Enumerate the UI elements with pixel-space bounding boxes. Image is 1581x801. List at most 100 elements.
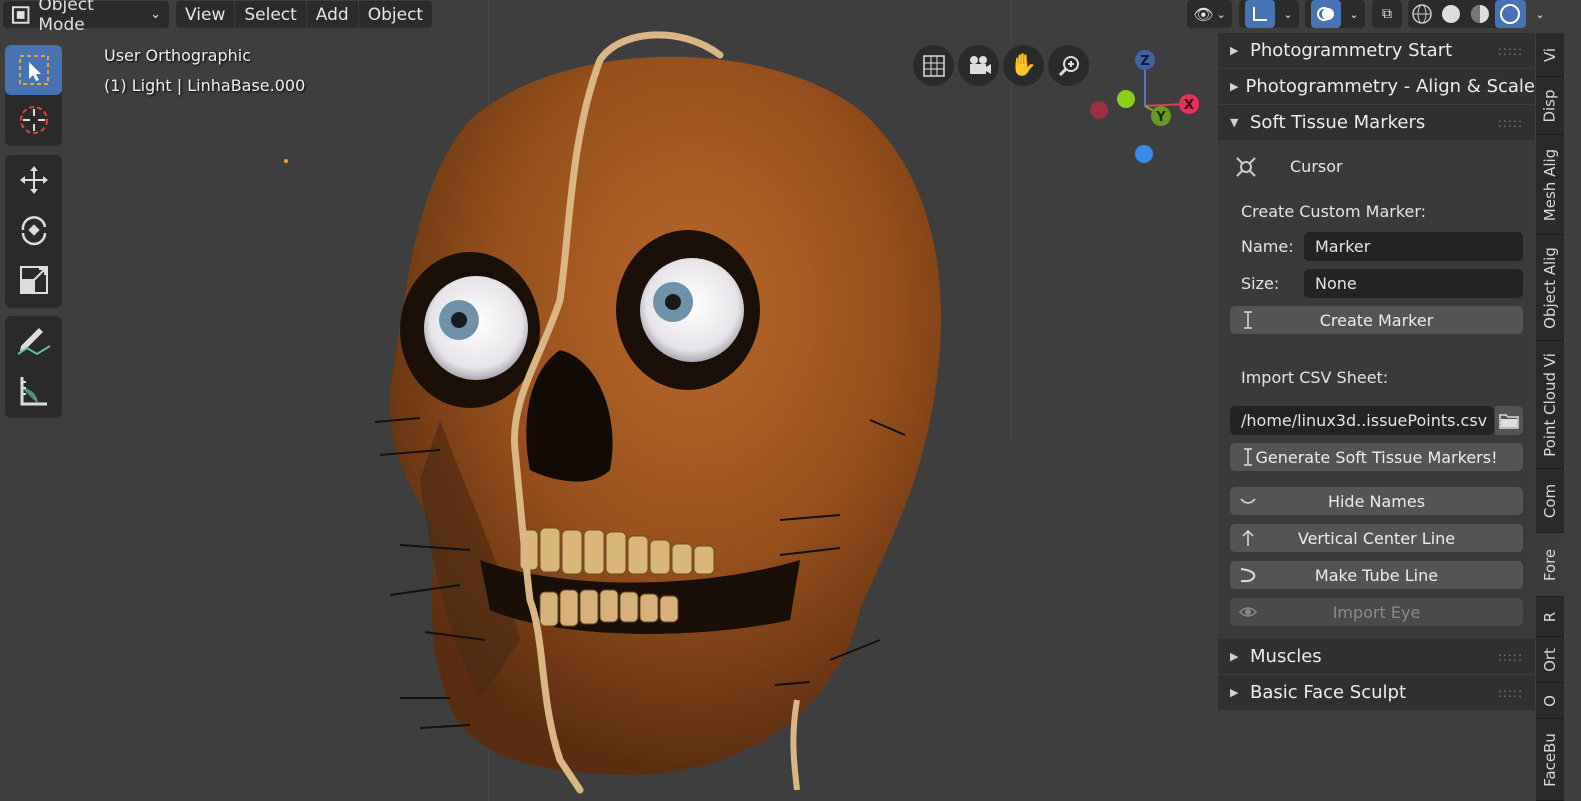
browse-file-button[interactable] (1495, 406, 1523, 435)
tab-disp[interactable]: Disp (1536, 77, 1564, 135)
toolbar-annotate-group (5, 316, 62, 418)
tab-fore[interactable]: Fore (1536, 533, 1564, 597)
panel-photogrammetry-start[interactable]: ▶ Photogrammetry Start ::::: (1218, 33, 1535, 68)
move-tool[interactable] (5, 155, 62, 205)
menu-bar: View Select Add Object (176, 1, 433, 28)
measure-icon (20, 377, 47, 406)
tab-mesh-align[interactable]: Mesh Alig (1536, 135, 1564, 235)
panel-title: Muscles (1250, 646, 1322, 667)
toolbar-transform-group (5, 155, 62, 308)
size-label: Size: (1241, 274, 1280, 293)
panel-title: Basic Face Sculpt (1250, 682, 1407, 703)
solid-shading-icon[interactable] (1442, 5, 1460, 23)
chevron-down-icon: ⌄ (1283, 7, 1293, 21)
import-csv-label: Import CSV Sheet: (1241, 368, 1389, 387)
tab-facebu[interactable]: FaceBu (1536, 719, 1564, 801)
chevron-down-icon: ⌄ (1349, 7, 1359, 21)
visibility-button[interactable]: 👁 ⌄ (1187, 0, 1232, 28)
vertical-center-line-button[interactable]: Vertical Center Line (1230, 524, 1523, 552)
cursor-tool[interactable] (5, 95, 62, 145)
tab-label: Mesh Alig (1541, 148, 1560, 221)
soft-tissue-body: Cursor Create Custom Marker: Name: Marke… (1218, 140, 1535, 670)
chevron-down-icon: ⌄ (150, 7, 161, 22)
tab-object-align[interactable]: Object Alig (1536, 235, 1564, 341)
axis-icon (1245, 0, 1276, 28)
annotate-tool[interactable] (5, 316, 62, 366)
view-name: User Orthographic (104, 46, 252, 65)
menu-object[interactable]: Object (359, 1, 432, 28)
eye-icon (1238, 607, 1258, 617)
cursor-row[interactable]: Cursor (1230, 151, 1523, 182)
button-label: Create Marker (1319, 310, 1434, 330)
panel-title: Soft Tissue Markers (1250, 112, 1426, 133)
axis-gizmo[interactable]: Z X Y (1085, 48, 1205, 168)
shading-options[interactable]: ⌄ (1528, 0, 1552, 28)
gizmo-y-label: Y (1155, 110, 1166, 125)
tab-r[interactable]: R (1536, 597, 1564, 637)
import-eye-button[interactable]: Import Eye (1230, 598, 1523, 626)
menu-view[interactable]: View (176, 1, 236, 28)
button-label: Make Tube Line (1314, 565, 1439, 585)
expand-arrow-icon: ▶ (1230, 44, 1239, 57)
tab-label: Fore (1541, 548, 1559, 581)
object-info: (1) Light | LinhaBase.000 (104, 76, 306, 95)
sidebar-tabs: Vi Disp Mesh Alig Object Alig Point Clou… (1536, 33, 1564, 801)
tab-label: Vi (1540, 47, 1559, 62)
drag-handle-icon[interactable]: ::::: (1498, 650, 1523, 664)
toggle-view-button[interactable] (913, 45, 954, 86)
make-tube-line-button[interactable]: Make Tube Line (1230, 561, 1523, 589)
tab-vi[interactable]: Vi (1536, 33, 1564, 77)
panel-basic-face-sculpt[interactable]: ▶ Basic Face Sculpt ::::: (1218, 675, 1535, 710)
marker-size-field[interactable]: None (1304, 269, 1523, 298)
scale-tool[interactable] (5, 255, 62, 305)
tab-ort[interactable]: Ort (1536, 637, 1564, 683)
panel-photogrammetry-align[interactable]: ▶ Photogrammetry - Align & Scale (1218, 69, 1535, 104)
menu-add[interactable]: Add (307, 1, 359, 28)
hide-names-button[interactable]: Hide Names (1230, 487, 1523, 515)
panel-title: Photogrammetry Start (1250, 40, 1453, 61)
tab-label: FaceBu (1541, 732, 1559, 787)
zoom-view-button[interactable] (1048, 45, 1089, 86)
create-marker-button[interactable]: Create Marker (1230, 306, 1523, 334)
camera-view-button[interactable] (958, 45, 999, 86)
marker-name-field[interactable]: Marker (1304, 232, 1523, 261)
overlay-button[interactable]: ⌄ (1305, 0, 1365, 28)
pan-view-button[interactable]: ✋ (1003, 45, 1044, 86)
panel-muscles[interactable]: ▶ Muscles ::::: (1218, 639, 1535, 674)
tab-point-cloud[interactable]: Point Cloud Vi (1536, 341, 1564, 469)
csv-path-field[interactable]: /home/linux3d..issuePoints.csv (1230, 406, 1494, 435)
expand-arrow-icon: ▶ (1230, 686, 1239, 699)
gizmo-x-label: X (1184, 98, 1194, 113)
tab-label: Ort (1540, 647, 1559, 672)
drag-handle-icon[interactable]: ::::: (1498, 116, 1523, 130)
empty-arrow-icon (1244, 311, 1252, 329)
gizmo-button[interactable]: ⌄ (1239, 0, 1299, 28)
measure-tool[interactable] (5, 366, 62, 416)
panel-soft-tissue-markers[interactable]: ▼ Soft Tissue Markers ::::: (1218, 105, 1535, 140)
expand-arrow-icon: ▶ (1230, 80, 1239, 93)
material-shading-icon[interactable] (1471, 5, 1489, 23)
annotate-icon (16, 328, 51, 356)
empty-arrow-icon (1244, 448, 1252, 466)
generate-markers-button[interactable]: Generate Soft Tissue Markers! (1230, 443, 1523, 471)
mode-selector[interactable]: Object Mode ⌄ (3, 0, 169, 35)
zoom-icon (1058, 55, 1079, 76)
menu-select[interactable]: Select (235, 1, 307, 28)
rotate-tool[interactable] (5, 205, 62, 255)
select-box-tool[interactable] (5, 45, 62, 95)
xray-button[interactable]: ⧉ (1372, 0, 1402, 28)
tab-com[interactable]: Com (1536, 469, 1564, 533)
move-icon (19, 166, 48, 194)
drag-handle-icon[interactable]: ::::: (1498, 44, 1523, 58)
viewport-header: Object Mode ⌄ View Select Add Object 👁 ⌄… (0, 0, 1581, 35)
folder-icon (1499, 413, 1519, 429)
tab-o[interactable]: O (1536, 683, 1564, 719)
tab-label: R (1541, 611, 1559, 622)
wireframe-shading-icon[interactable] (1412, 4, 1432, 24)
curve-icon (1240, 568, 1256, 583)
drag-handle-icon[interactable]: ::::: (1498, 686, 1523, 700)
tab-label: Disp (1541, 88, 1559, 123)
tab-label: Object Alig (1541, 246, 1559, 329)
button-label: Hide Names (1327, 491, 1426, 511)
expand-arrow-icon: ▶ (1230, 650, 1239, 663)
